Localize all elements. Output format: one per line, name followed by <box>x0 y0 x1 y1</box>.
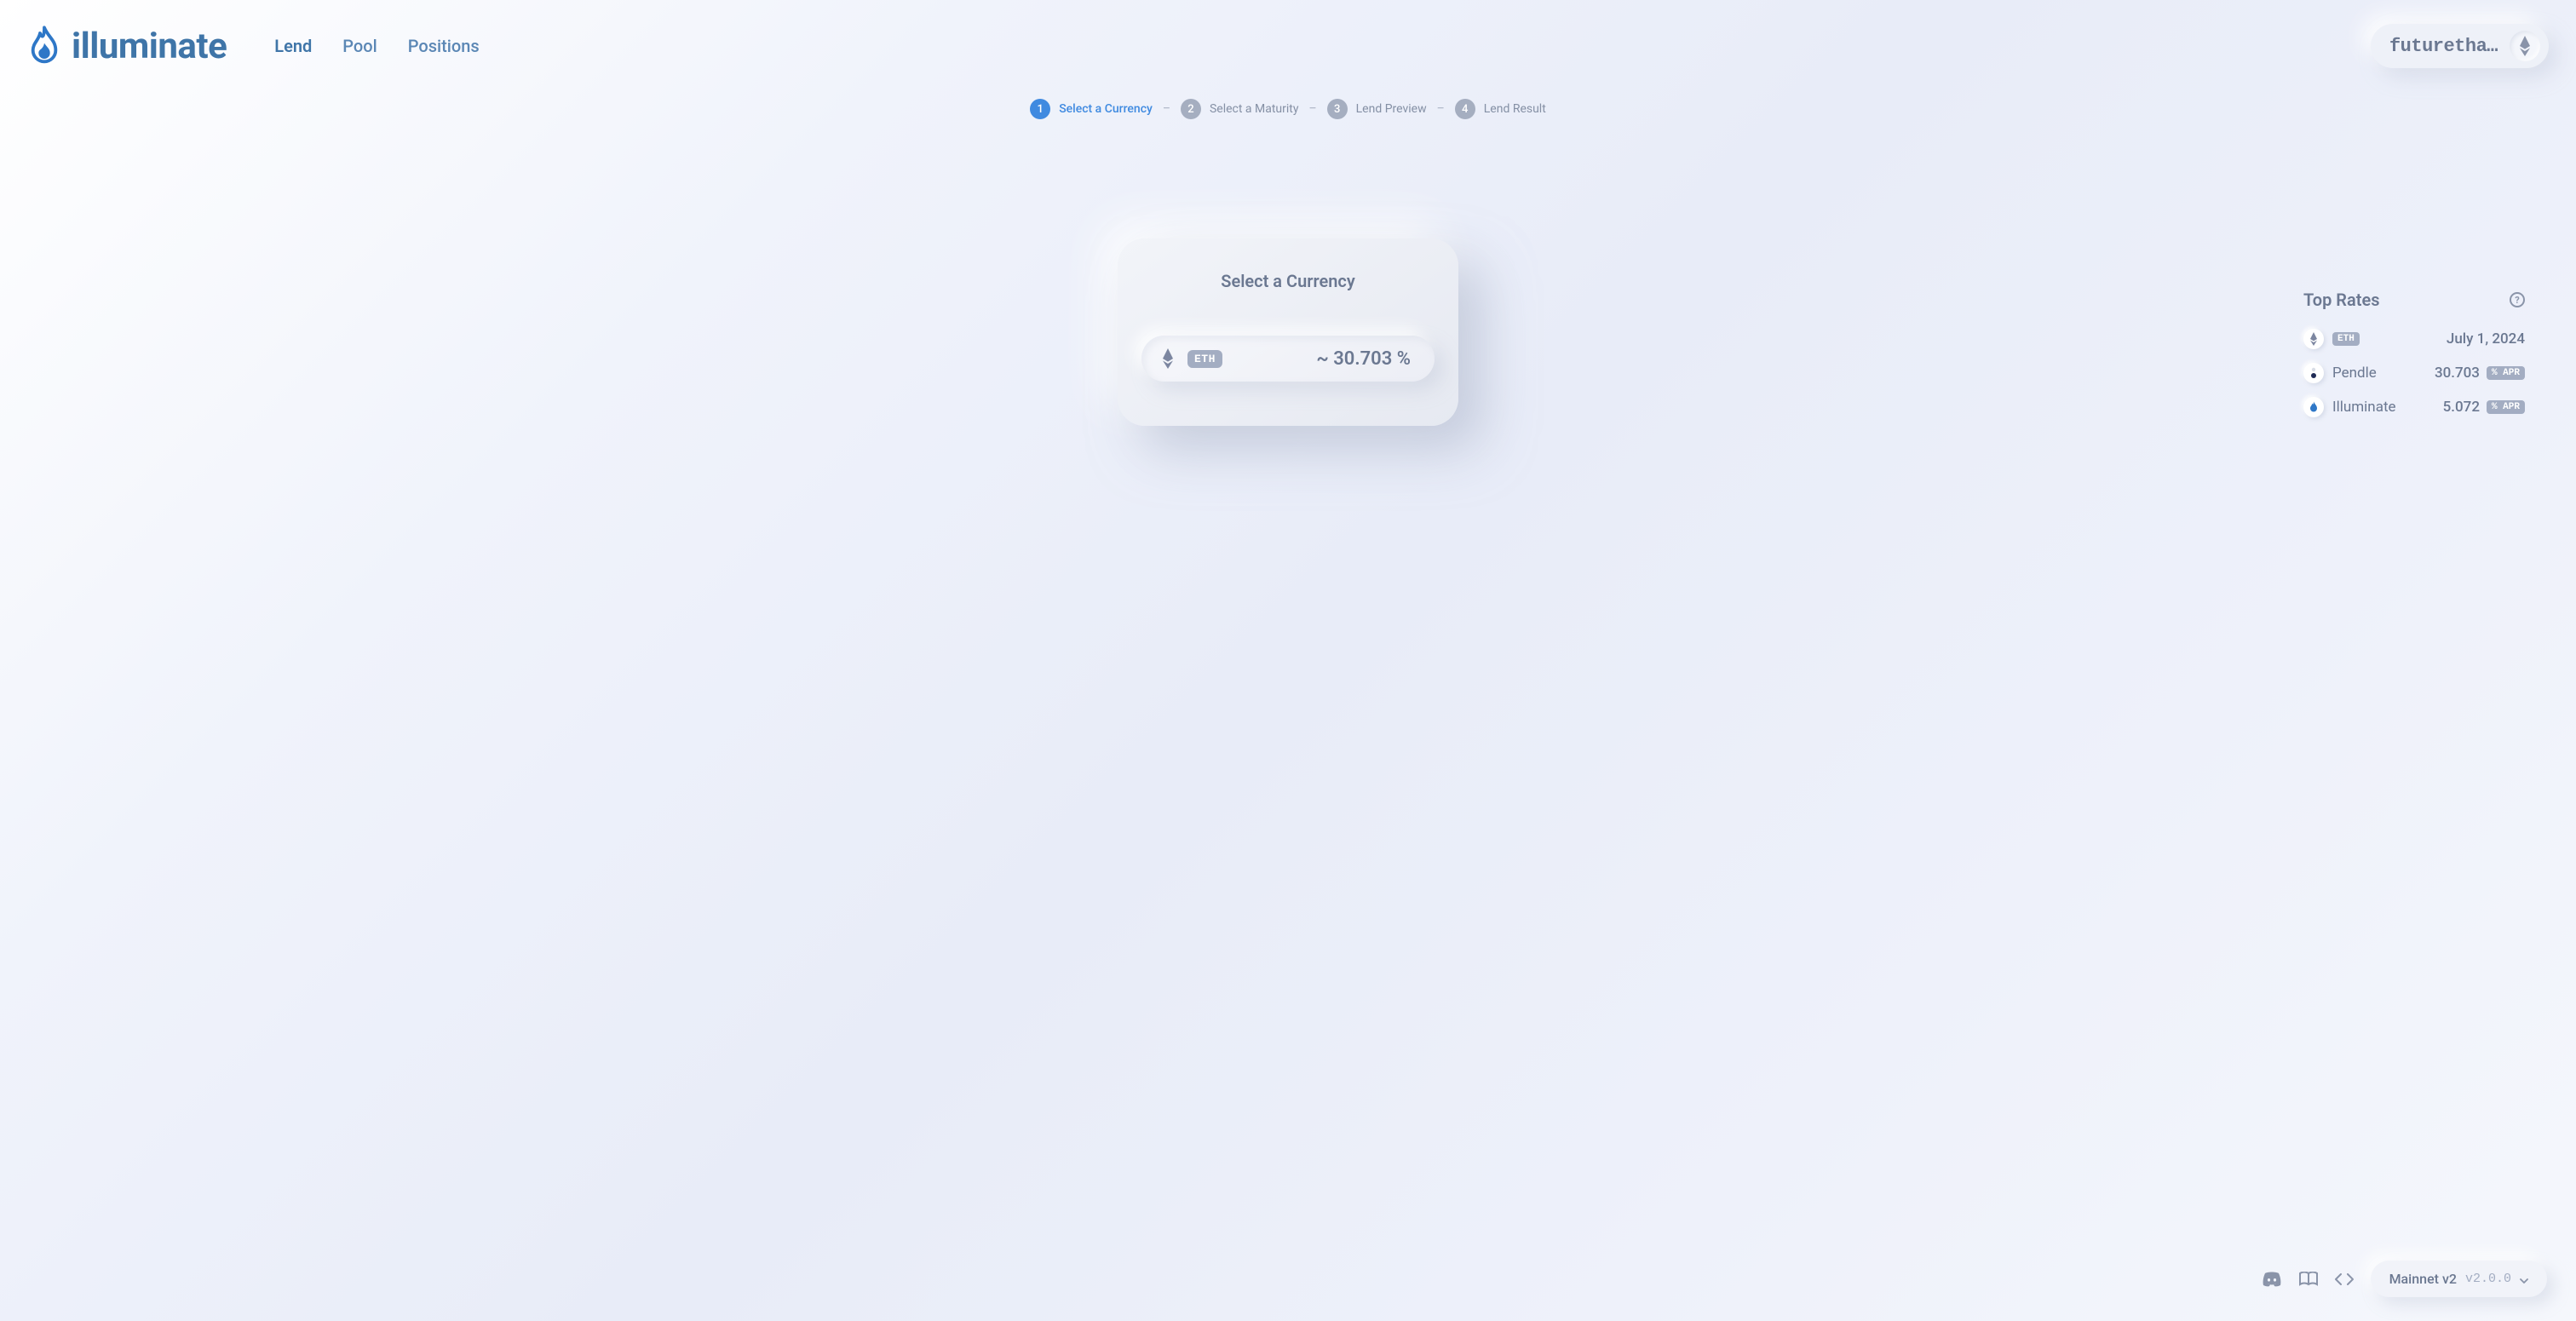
nav-positions[interactable]: Positions <box>408 36 480 56</box>
top-rates-maturity: ETH July 1, 2024 <box>2303 329 2525 349</box>
maturity-date: July 1, 2024 <box>2447 330 2525 347</box>
footer: Mainnet v2 v2.0.0 <box>2262 1261 2547 1297</box>
currency-badge: ETH <box>2332 332 2360 346</box>
apr-badge: % APR <box>2487 366 2525 380</box>
step-number: 1 <box>1030 99 1050 119</box>
step-label: Select a Currency <box>1059 102 1153 116</box>
flame-icon <box>2303 397 2324 417</box>
code-icon[interactable] <box>2335 1273 2354 1285</box>
step-number: 3 <box>1327 99 1348 119</box>
currency-option-eth[interactable]: ETH ~ 30.703 % <box>1141 336 1435 382</box>
rate-row-pendle[interactable]: Pendle 30.703 % APR <box>2303 363 2525 383</box>
version-tag: v2.0.0 <box>2465 1272 2511 1286</box>
currency-badge: ETH <box>1187 350 1222 368</box>
rate-row-illuminate[interactable]: Illuminate 5.072 % APR <box>2303 397 2525 417</box>
header: illuminate Lend Pool Positions futuretha… <box>0 0 2576 68</box>
chevron-down-icon <box>2520 1271 2528 1287</box>
nav-lend[interactable]: Lend <box>274 36 312 56</box>
top-rates-title: Top Rates <box>2303 290 2380 310</box>
ethereum-icon <box>2510 31 2540 61</box>
ethereum-icon <box>1157 347 1179 370</box>
currency-rate: ~ 30.703 % <box>1316 348 1411 370</box>
step-number: 2 <box>1181 99 1201 119</box>
step-preview[interactable]: 3 Lend Preview <box>1327 99 1427 119</box>
pendle-icon <box>2303 363 2324 383</box>
card-title: Select a Currency <box>1141 271 1435 291</box>
step-separator: – <box>1161 102 1172 116</box>
apr-badge: % APR <box>2487 400 2525 414</box>
ethereum-icon <box>2303 329 2324 349</box>
step-separator: – <box>1308 102 1319 116</box>
protocol-name: Illuminate <box>2332 399 2396 416</box>
main-nav: Lend Pool Positions <box>274 36 479 56</box>
wallet-address: futuretha… <box>2389 36 2498 57</box>
docs-icon[interactable] <box>2299 1272 2318 1287</box>
help-icon[interactable]: ? <box>2510 292 2525 307</box>
select-currency-card: Select a Currency ETH ~ 30.703 % <box>1118 238 1458 426</box>
brand-name: illuminate <box>72 26 227 67</box>
version-name: Mainnet v2 <box>2389 1271 2457 1287</box>
stepper: 1 Select a Currency – 2 Select a Maturit… <box>0 99 2576 119</box>
flame-icon <box>27 26 61 66</box>
brand[interactable]: illuminate <box>27 26 227 67</box>
protocol-name: Pendle <box>2332 365 2377 382</box>
step-label: Lend Result <box>1484 102 1546 116</box>
rate-value: 30.703 <box>2435 365 2480 382</box>
top-rates-panel: Top Rates ? ETH July 1, 2024 Pendle 30.7… <box>2303 290 2525 431</box>
step-label: Select a Maturity <box>1210 102 1299 116</box>
step-result[interactable]: 4 Lend Result <box>1455 99 1546 119</box>
discord-icon[interactable] <box>2262 1272 2282 1287</box>
step-currency[interactable]: 1 Select a Currency <box>1030 99 1153 119</box>
nav-pool[interactable]: Pool <box>342 36 377 56</box>
rate-value: 5.072 <box>2443 399 2480 416</box>
version-selector[interactable]: Mainnet v2 v2.0.0 <box>2371 1261 2547 1297</box>
step-label: Lend Preview <box>1356 102 1427 116</box>
step-maturity[interactable]: 2 Select a Maturity <box>1181 99 1299 119</box>
step-number: 4 <box>1455 99 1475 119</box>
step-separator: – <box>1435 102 1446 116</box>
wallet-button[interactable]: futuretha… <box>2371 24 2549 68</box>
